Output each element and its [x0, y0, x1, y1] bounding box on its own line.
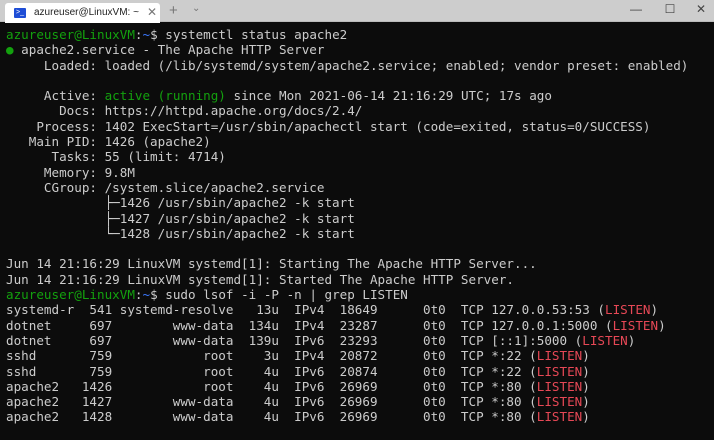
terminal-text: ) [627, 332, 636, 348]
terminal-text: azureuser@LinuxVM [6, 27, 135, 42]
terminal-text: Docs: https://httpd.apache.org/docs/2.4/ [6, 103, 363, 119]
terminal-text: ● [6, 42, 14, 58]
terminal-text: ~ [142, 27, 151, 42]
minimize-button[interactable]: — [626, 2, 646, 16]
terminal-text: Process: 1402 ExecStart=/usr/sbin/apache… [6, 118, 651, 134]
terminal-text: ~ [142, 287, 151, 303]
terminal-line: ● apache2.service - The Apache HTTP Serv… [6, 42, 714, 57]
terminal-text: ) [582, 409, 590, 425]
terminal-text: apache2 1426 root 4u IPv6 26969 0t0 TCP … [6, 378, 537, 394]
terminal-text: since Mon 2021-06-14 21:16:29 UTC; 17s a… [225, 88, 552, 104]
terminal-line: systemd-r 541 systemd-resolve 13u IPv4 1… [6, 302, 714, 317]
terminal-text: LISTEN [536, 348, 583, 364]
terminal-text: sshd 759 root 4u IPv6 20874 0t0 TCP *:22… [6, 363, 537, 379]
terminal-line: Loaded: loaded (/lib/systemd/system/apac… [6, 58, 714, 73]
terminal-line: dotnet 697 www-data 134u IPv4 23287 0t0 … [6, 318, 714, 333]
terminal-text: ) [658, 317, 666, 333]
terminal-text: └─1428 /usr/sbin/apache2 -k start [6, 225, 355, 241]
terminal-text: ) [582, 394, 590, 410]
terminal-text: LISTEN [604, 302, 651, 318]
close-button[interactable]: ✕ [691, 2, 711, 16]
terminal-text: ├─1426 /usr/sbin/apache2 -k start [6, 195, 355, 211]
terminal-text: ) [582, 363, 590, 379]
terminal-text: $ systemctl status apache2 [150, 27, 348, 42]
terminal-line: Process: 1402 ExecStart=/usr/sbin/apache… [6, 119, 714, 134]
terminal-line: Docs: https://httpd.apache.org/docs/2.4/ [6, 103, 714, 118]
terminal-output[interactable]: azureuser@LinuxVM:~$ systemctl status ap… [0, 23, 714, 440]
tab-title: azureuser@LinuxVM: ~ [34, 7, 139, 18]
terminal-text: LISTEN [536, 378, 583, 394]
terminal-line: ├─1427 /usr/sbin/apache2 -k start [6, 211, 714, 226]
terminal-line: ├─1426 /usr/sbin/apache2 -k start [6, 195, 714, 210]
terminal-text: azureuser@LinuxVM [6, 287, 135, 303]
terminal-line: dotnet 697 www-data 139u IPv6 23293 0t0 … [6, 333, 714, 348]
terminal-text: LISTEN [612, 317, 659, 333]
terminal-text: apache2 1428 www-data 4u IPv6 26969 0t0 … [6, 409, 537, 425]
terminal-text: $ sudo lsof -i -P -n | grep LISTEN [150, 287, 408, 303]
terminal-line: Memory: 9.8M [6, 165, 714, 180]
terminal-text: apache2.service - The Apache HTTP Server [13, 42, 325, 58]
terminal-text: dotnet 697 www-data 134u IPv4 23287 0t0 … [6, 317, 613, 333]
terminal-line: sshd 759 root 4u IPv6 20874 0t0 TCP *:22… [6, 364, 714, 379]
maximize-button[interactable]: ☐ [660, 2, 680, 16]
terminal-text: systemd-r 541 systemd-resolve 13u IPv4 1… [6, 302, 605, 318]
terminal-text: LISTEN [536, 409, 583, 425]
terminal-line: Tasks: 55 (limit: 4714) [6, 149, 714, 164]
terminal-line: Main PID: 1426 (apache2) [6, 134, 714, 149]
terminal-line: Active: active (running) since Mon 2021-… [6, 88, 714, 103]
terminal-text: LISTEN [582, 332, 628, 348]
terminal-text: Loaded: loaded (/lib/systemd/system/apac… [6, 57, 689, 73]
terminal-line: apache2 1426 root 4u IPv6 26969 0t0 TCP … [6, 379, 714, 394]
new-tab-button[interactable]: + [169, 2, 178, 19]
terminal-text: Jun 14 21:16:29 LinuxVM systemd[1]: Star… [6, 271, 514, 287]
terminal-line: Jun 14 21:16:29 LinuxVM systemd[1]: Star… [6, 256, 714, 271]
terminal-text: : [134, 287, 143, 303]
terminal-line: CGroup: /system.slice/apache2.service [6, 180, 714, 195]
terminal-line: azureuser@LinuxVM:~$ sudo lsof -i -P -n … [6, 287, 714, 302]
terminal-text: ) [650, 302, 659, 318]
terminal-text: LISTEN [536, 394, 583, 410]
terminal-text: Memory: 9.8M [6, 164, 135, 180]
terminal-text: : [134, 27, 143, 42]
terminal-line: azureuser@LinuxVM:~$ systemctl status ap… [6, 27, 714, 42]
terminal-text: CGroup: /system.slice/apache2.service [6, 179, 325, 195]
terminal-line: apache2 1428 www-data 4u IPv6 26969 0t0 … [6, 409, 714, 424]
tab-close-icon[interactable]: ✕ [147, 5, 157, 19]
terminal-text: Active: [6, 88, 105, 104]
terminal-icon: >_ [14, 8, 26, 18]
terminal-text: Tasks: 55 (limit: 4714) [6, 149, 226, 165]
terminal-text: sshd 759 root 3u IPv4 20872 0t0 TCP *:22… [6, 348, 537, 364]
tab-terminal[interactable]: >_ azureuser@LinuxVM: ~ ✕ [5, 3, 160, 23]
title-bar: >_ azureuser@LinuxVM: ~ ✕ + ⌄ — ☐ ✕ [0, 0, 714, 23]
terminal-text: ) [582, 378, 590, 394]
terminal-text: Jun 14 21:16:29 LinuxVM systemd[1]: Star… [6, 256, 537, 272]
terminal-line: └─1428 /usr/sbin/apache2 -k start [6, 226, 714, 241]
terminal-text: ├─1427 /usr/sbin/apache2 -k start [6, 210, 355, 226]
terminal-text: active (running) [104, 88, 226, 104]
terminal-text: apache2 1427 www-data 4u IPv6 26969 0t0 … [6, 394, 537, 410]
terminal-text: LISTEN [536, 363, 583, 379]
terminal-line: apache2 1427 www-data 4u IPv6 26969 0t0 … [6, 394, 714, 409]
terminal-text: ) [582, 348, 590, 364]
terminal-text: dotnet 697 www-data 139u IPv6 23293 0t0 … [6, 332, 583, 348]
dropdown-chevron-icon[interactable]: ⌄ [192, 3, 200, 14]
terminal-text: Main PID: 1426 (apache2) [6, 134, 211, 150]
terminal-line: sshd 759 root 3u IPv4 20872 0t0 TCP *:22… [6, 348, 714, 363]
terminal-line: Jun 14 21:16:29 LinuxVM systemd[1]: Star… [6, 272, 714, 287]
